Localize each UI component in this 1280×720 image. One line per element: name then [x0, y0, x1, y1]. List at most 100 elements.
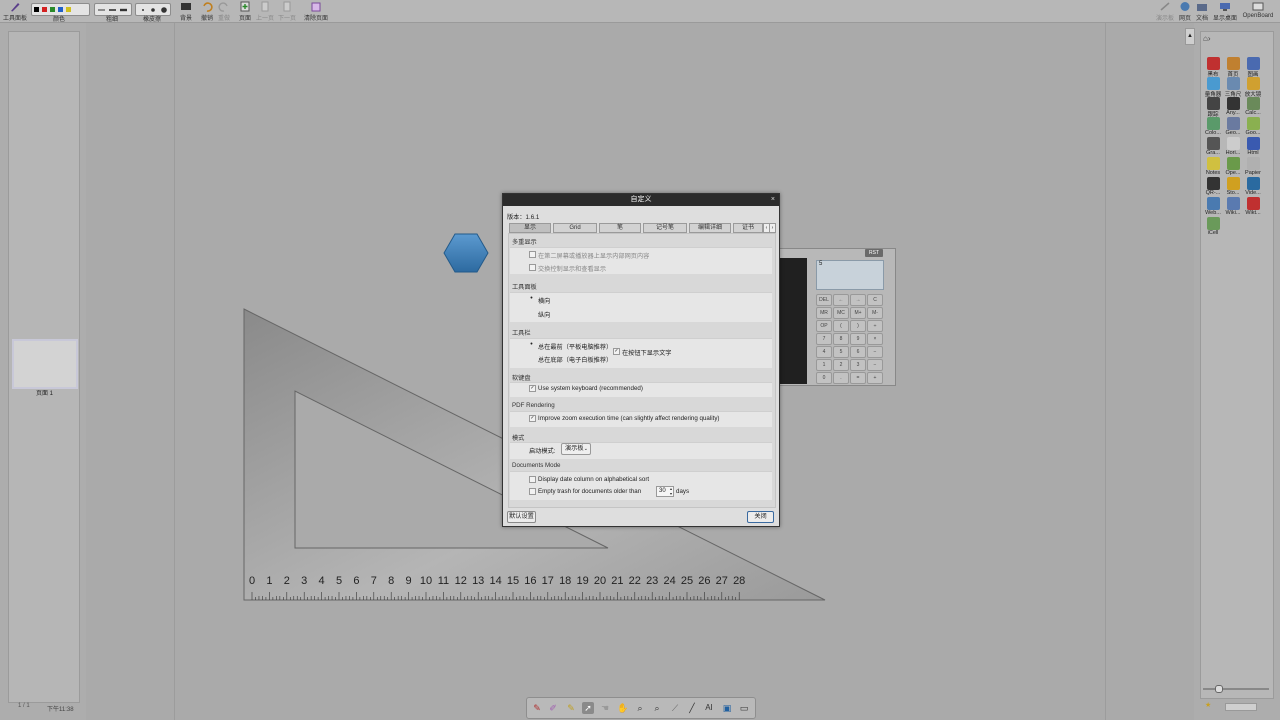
- calculator-key[interactable]: 5: [833, 346, 849, 358]
- calculator-key[interactable]: M+: [850, 307, 866, 319]
- library-app[interactable]: QR-...: [1203, 177, 1223, 196]
- calculator-key[interactable]: MC: [833, 307, 849, 319]
- background-button[interactable]: 背景: [177, 1, 195, 22]
- dialog-close-icon[interactable]: ×: [771, 194, 775, 206]
- tab-edit-details[interactable]: 编辑详细: [689, 223, 731, 233]
- page-button[interactable]: 页面: [237, 1, 253, 22]
- calculator-key[interactable]: C: [867, 294, 883, 306]
- checkbox-empty-trash[interactable]: [529, 488, 536, 495]
- checkbox-swap-displays[interactable]: [529, 264, 536, 271]
- checkbox-system-keyboard[interactable]: ✓: [529, 385, 536, 392]
- library-app[interactable]: Ope...: [1223, 157, 1243, 176]
- library-app[interactable]: Vide...: [1243, 177, 1263, 196]
- calculator-key[interactable]: +: [867, 372, 883, 384]
- prev-page-button[interactable]: 上一页: [255, 1, 275, 22]
- trash-days-spinbox[interactable]: 30 ▴ ▾: [656, 486, 674, 497]
- checkbox-improve-zoom[interactable]: ✓: [529, 415, 536, 422]
- library-app[interactable]: Goo...: [1243, 117, 1263, 136]
- tab-scroll-right-icon[interactable]: ›: [769, 223, 776, 233]
- library-app[interactable]: Geo...: [1223, 117, 1243, 136]
- radio-always-top[interactable]: •: [529, 341, 534, 348]
- openboard-menu-button[interactable]: OpenBoard: [1240, 1, 1276, 19]
- calculator-reset-button[interactable]: RST: [865, 249, 883, 257]
- library-app[interactable]: 放大镜: [1243, 77, 1263, 98]
- interact-tool-icon[interactable]: ☚: [599, 702, 611, 714]
- calculator-key[interactable]: 9: [850, 333, 866, 345]
- radio-vertical[interactable]: [529, 310, 534, 315]
- calculator-key[interactable]: MR: [816, 307, 832, 319]
- calculator-key[interactable]: 2: [833, 359, 849, 371]
- color-swatch-yellow[interactable]: [66, 7, 71, 12]
- library-app[interactable]: Web...: [1203, 197, 1223, 216]
- collapse-right-panel-button[interactable]: ▲: [1185, 28, 1195, 45]
- show-desktop-dim-button[interactable]: 演示板: [1154, 1, 1176, 22]
- zoom-slider-track[interactable]: [1203, 688, 1269, 690]
- calculator-key[interactable]: DEL: [816, 294, 832, 306]
- pen-tool-icon[interactable]: ✎: [531, 702, 543, 714]
- show-desktop-button[interactable]: 显示桌面: [1211, 1, 1239, 22]
- favorite-star-icon[interactable]: ★: [1205, 701, 1211, 709]
- clear-page-button[interactable]: 清除页面: [302, 1, 330, 22]
- calculator-key[interactable]: M-: [867, 307, 883, 319]
- close-button[interactable]: 关闭: [747, 511, 774, 523]
- library-app[interactable]: Hori...: [1223, 137, 1243, 156]
- checkbox-web-on-second-screen[interactable]: [529, 251, 536, 258]
- tool-panel-button[interactable]: 工具面板: [2, 1, 28, 22]
- color-swatch-green[interactable]: [50, 7, 55, 12]
- calculator-key[interactable]: 6: [850, 346, 866, 358]
- library-app[interactable]: Sto...: [1223, 177, 1243, 196]
- calculator-key[interactable]: =: [850, 372, 866, 384]
- tab-grid[interactable]: Grid: [553, 223, 597, 233]
- marker-tool-icon[interactable]: ✎: [565, 702, 577, 714]
- library-search-field[interactable]: [1225, 703, 1257, 711]
- checkbox-date-column[interactable]: [529, 476, 536, 483]
- line-tool-icon[interactable]: ╱: [686, 702, 698, 714]
- library-app[interactable]: Notes: [1203, 157, 1223, 176]
- web-button[interactable]: 网页: [1177, 1, 1193, 22]
- library-app[interactable]: Html: [1243, 137, 1263, 156]
- library-app[interactable]: Any...: [1223, 97, 1243, 116]
- library-app[interactable]: Papier: [1243, 157, 1263, 176]
- redo-button[interactable]: 重做: [216, 1, 232, 22]
- text-tool-icon[interactable]: AI: [703, 702, 715, 714]
- radio-always-bottom[interactable]: [529, 355, 534, 360]
- calculator-key[interactable]: −: [867, 359, 883, 371]
- zoom-slider-handle[interactable]: [1215, 685, 1223, 693]
- library-app[interactable]: Calc...: [1243, 97, 1263, 116]
- calculator-key[interactable]: →: [850, 294, 866, 306]
- library-app[interactable]: Gra...: [1203, 137, 1223, 156]
- color-swatch-blue[interactable]: [58, 7, 63, 12]
- next-page-button[interactable]: 下一页: [277, 1, 297, 22]
- undo-button[interactable]: 撤销: [198, 1, 216, 22]
- home-icon[interactable]: ⌂›: [1203, 34, 1211, 43]
- calculator-key[interactable]: .: [833, 372, 849, 384]
- tab-pen[interactable]: 笔: [599, 223, 641, 233]
- color-swatch-red[interactable]: [42, 7, 47, 12]
- calculator-key[interactable]: ): [850, 320, 866, 332]
- library-app[interactable]: 跟踪: [1203, 97, 1223, 118]
- page-thumbnail[interactable]: [12, 339, 78, 389]
- documents-button[interactable]: 文档: [1194, 1, 1210, 22]
- calculator-key[interactable]: 7: [816, 333, 832, 345]
- radio-horizontal[interactable]: •: [529, 295, 534, 302]
- keyboard-tool-icon[interactable]: ▭: [738, 702, 750, 714]
- default-settings-button[interactable]: 默认设置: [507, 511, 536, 523]
- calculator-key[interactable]: 1: [816, 359, 832, 371]
- calculator-key[interactable]: 0: [816, 372, 832, 384]
- zoom-in-tool-icon[interactable]: ⌕: [634, 702, 646, 714]
- hand-tool-icon[interactable]: ✋: [617, 702, 629, 714]
- eraser-tool-icon[interactable]: ✐: [547, 702, 559, 714]
- zoom-out-tool-icon[interactable]: ⌕: [651, 702, 663, 714]
- laser-pointer-icon[interactable]: ⟋: [669, 702, 681, 714]
- checkbox-show-button-text[interactable]: ✓: [613, 348, 620, 355]
- calculator-key[interactable]: 8: [833, 333, 849, 345]
- calculator-key[interactable]: ÷: [867, 320, 883, 332]
- calculator-key[interactable]: ×: [867, 333, 883, 345]
- tab-marker[interactable]: 记号笔: [643, 223, 687, 233]
- library-app[interactable]: 图画: [1243, 57, 1263, 78]
- library-app[interactable]: Colo...: [1203, 117, 1223, 136]
- tab-license[interactable]: 证书: [733, 223, 763, 233]
- selector-tool-icon[interactable]: ➚: [582, 702, 594, 714]
- calculator-key[interactable]: (: [833, 320, 849, 332]
- hexagon-shape[interactable]: [443, 233, 489, 273]
